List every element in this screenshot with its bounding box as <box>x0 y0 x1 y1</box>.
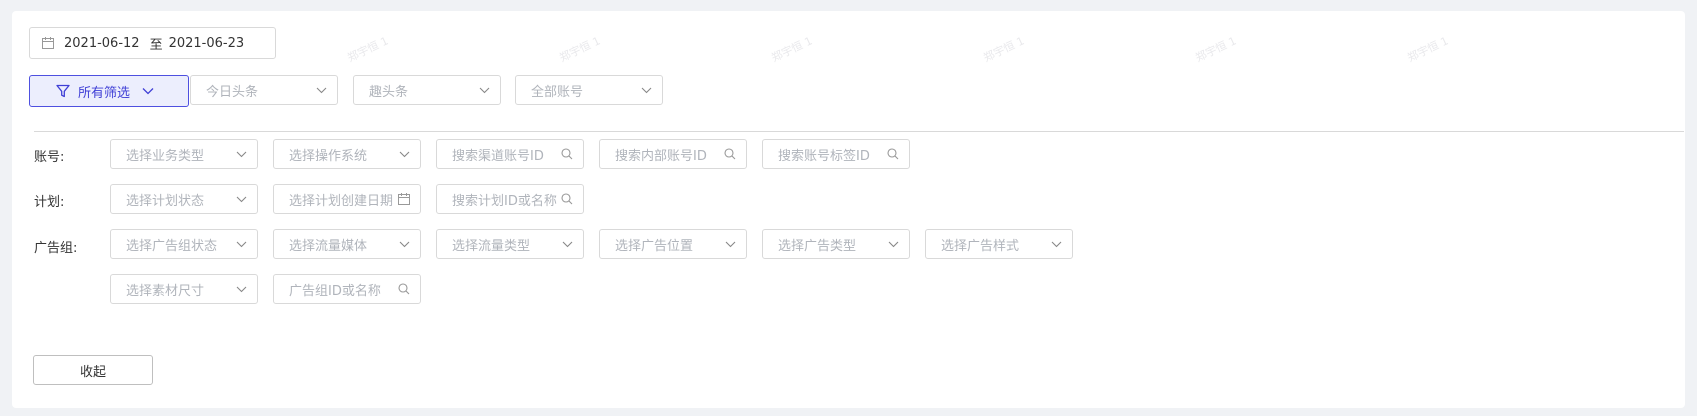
search-icon <box>887 148 899 160</box>
watermark: 郑宇恒 1 <box>1193 34 1239 65</box>
filter-icon <box>56 84 70 98</box>
select[interactable]: 选择广告类型 <box>762 229 910 259</box>
account-row-label: 账号: <box>34 150 65 165</box>
account-select-all-placeholder: 全部账号 <box>531 84 584 100</box>
search-input[interactable]: 广告组ID或名称 <box>273 274 421 304</box>
select[interactable]: 选择流量媒体 <box>273 229 421 259</box>
search-icon <box>724 148 736 160</box>
search-icon <box>561 148 573 160</box>
media-select-qutoutiao-placeholder: 趣头条 <box>369 84 409 100</box>
select-placeholder: 选择流量媒体 <box>289 238 368 254</box>
select[interactable]: 选择广告组状态 <box>110 229 258 259</box>
search-input[interactable]: 搜索内部账号ID <box>599 139 747 169</box>
select-placeholder: 选择素材尺寸 <box>126 283 205 299</box>
select[interactable]: 选择广告位置 <box>599 229 747 259</box>
select-placeholder: 选择广告位置 <box>615 238 694 254</box>
media-select-qutoutiao[interactable]: 趣头条 <box>353 75 501 105</box>
watermark: 郑宇恒 1 <box>981 34 1027 65</box>
chevron-down-icon <box>1051 241 1062 247</box>
select[interactable]: 选择流量类型 <box>436 229 584 259</box>
search-input[interactable]: 搜索计划ID或名称 <box>436 184 584 214</box>
select-placeholder: 选择业务类型 <box>126 148 205 164</box>
select[interactable]: 选择业务类型 <box>110 139 258 169</box>
chevron-down-icon <box>316 87 327 93</box>
chevron-down-icon <box>641 87 652 93</box>
date-picker-placeholder: 选择计划创建日期 <box>289 193 394 209</box>
chevron-down-icon <box>236 151 247 157</box>
date-range-picker[interactable]: 2021-06-12 至 2021-06-23 <box>29 27 276 59</box>
search-input[interactable]: 搜索渠道账号ID <box>436 139 584 169</box>
filter-panel: 2021-06-12 至 2021-06-23 所有筛选 今日头条 趣头条 全部… <box>12 11 1685 408</box>
select-placeholder: 选择操作系统 <box>289 148 368 164</box>
search-icon <box>398 283 410 295</box>
chevron-down-icon <box>399 151 410 157</box>
date-end: 2021-06-23 <box>168 35 245 51</box>
select-placeholder: 选择广告组状态 <box>126 238 218 254</box>
chevron-down-icon <box>236 286 247 292</box>
chevron-down-icon <box>562 241 573 247</box>
adgroup-row-label: 广告组: <box>34 241 78 256</box>
select[interactable]: 选择计划状态 <box>110 184 258 214</box>
select[interactable]: 选择素材尺寸 <box>110 274 258 304</box>
watermark: 郑宇恒 1 <box>769 34 815 65</box>
chevron-down-icon <box>236 241 247 247</box>
chevron-down-icon <box>142 88 154 95</box>
watermark: 郑宇恒 1 <box>1405 34 1451 65</box>
search-input-placeholder: 搜索计划ID或名称 <box>452 193 557 209</box>
date-separator: 至 <box>149 37 163 53</box>
search-input-placeholder: 广告组ID或名称 <box>289 283 381 299</box>
chevron-down-icon <box>479 87 490 93</box>
select-placeholder: 选择广告类型 <box>778 238 857 254</box>
date-picker[interactable]: 选择计划创建日期 <box>273 184 421 214</box>
calendar-icon <box>398 193 410 205</box>
plan-row-label: 计划: <box>34 195 65 210</box>
account-select-all[interactable]: 全部账号 <box>515 75 663 105</box>
search-input[interactable]: 搜索账号标签ID <box>762 139 910 169</box>
select[interactable]: 选择广告样式 <box>925 229 1073 259</box>
divider <box>34 131 1684 132</box>
chevron-down-icon <box>399 241 410 247</box>
media-select-toutiao-placeholder: 今日头条 <box>206 84 259 100</box>
all-filters-button[interactable]: 所有筛选 <box>29 75 189 107</box>
watermark: 郑宇恒 1 <box>557 34 603 65</box>
search-input-placeholder: 搜索内部账号ID <box>615 148 707 164</box>
select-placeholder: 选择流量类型 <box>452 238 531 254</box>
search-input-placeholder: 搜索账号标签ID <box>778 148 870 164</box>
collapse-button[interactable]: 收起 <box>33 355 153 385</box>
select[interactable]: 选择操作系统 <box>273 139 421 169</box>
chevron-down-icon <box>236 196 247 202</box>
date-start: 2021-06-12 <box>64 35 140 51</box>
media-select-toutiao[interactable]: 今日头条 <box>190 75 338 105</box>
calendar-icon <box>42 37 54 49</box>
collapse-button-label: 收起 <box>79 364 106 380</box>
all-filters-label: 所有筛选 <box>78 85 131 101</box>
watermark: 郑宇恒 1 <box>345 34 391 65</box>
search-icon <box>561 193 573 205</box>
chevron-down-icon <box>888 241 899 247</box>
select-placeholder: 选择计划状态 <box>126 193 205 209</box>
chevron-down-icon <box>725 241 736 247</box>
search-input-placeholder: 搜索渠道账号ID <box>452 148 544 164</box>
select-placeholder: 选择广告样式 <box>941 238 1020 254</box>
